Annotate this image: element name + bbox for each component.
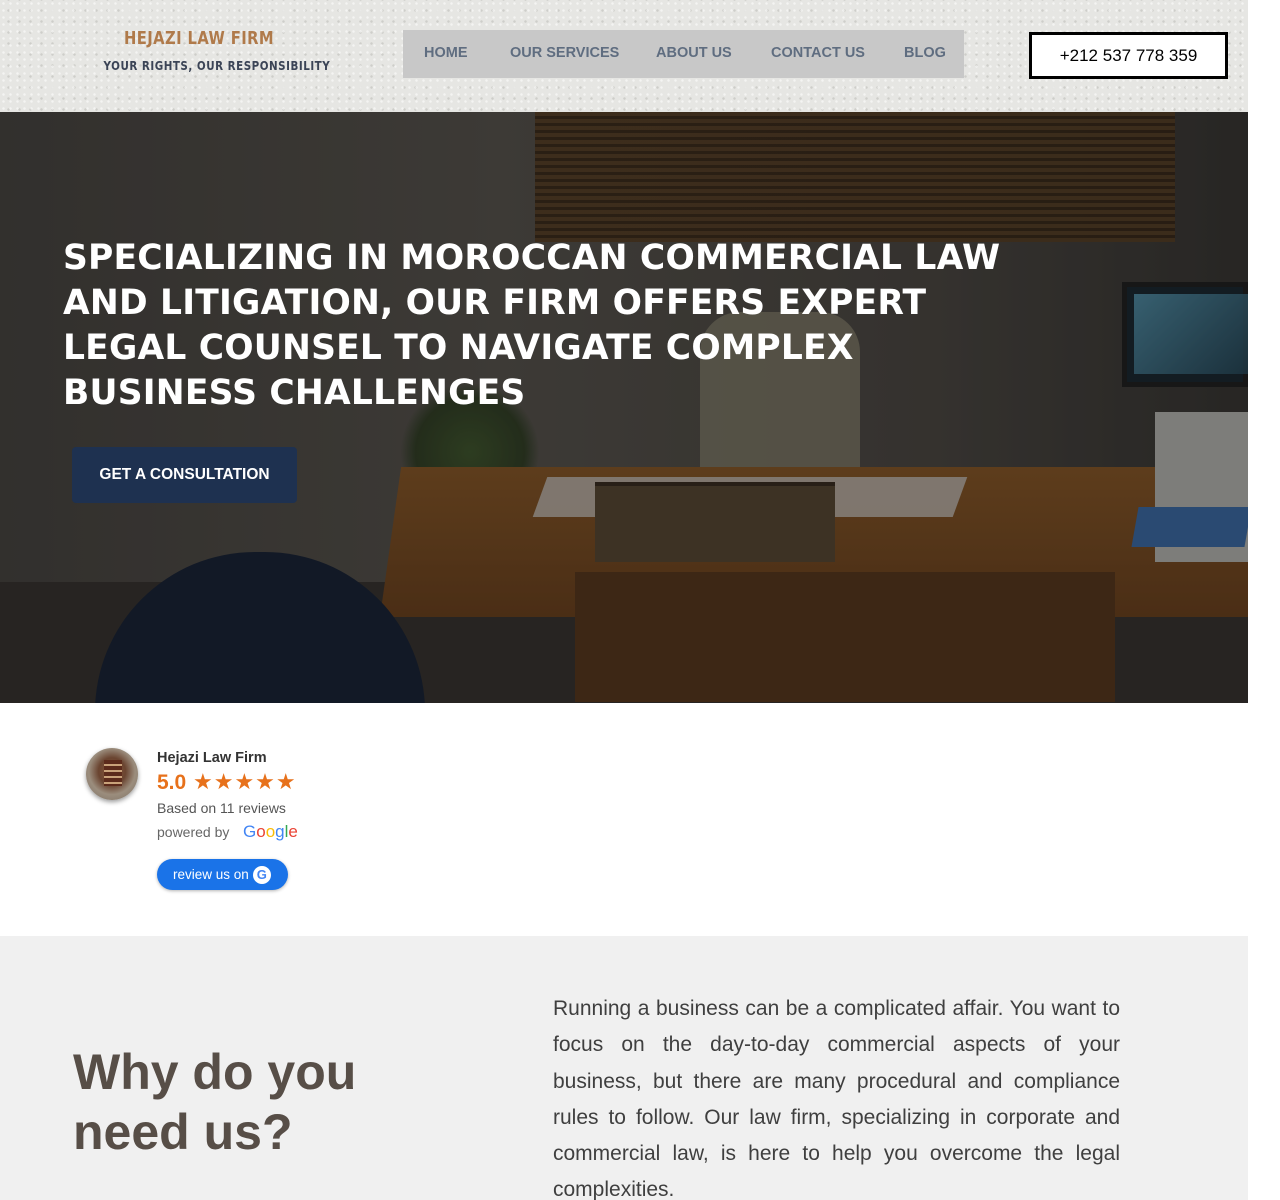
google-letter: o (256, 822, 266, 841)
hero-section: SPECIALIZING IN MOROCCAN COMMERCIAL LAW … (0, 112, 1248, 703)
hero-headline: SPECIALIZING IN MOROCCAN COMMERCIAL LAW … (63, 238, 1001, 413)
rating-stars: ★★★★★ (193, 770, 297, 795)
main-nav: HOME OUR SERVICES ABOUT US CONTACT US BL… (403, 30, 964, 78)
logo-tagline: YOUR RIGHTS, OUR RESPONSIBILITY (103, 59, 331, 73)
review-us-label: review us on (173, 867, 249, 882)
google-letter: e (288, 822, 298, 841)
google-letter: g (275, 822, 285, 841)
avatar-image (104, 760, 122, 786)
nav-our-services[interactable]: OUR SERVICES (510, 45, 619, 61)
nav-blog[interactable]: BLOG (904, 45, 946, 61)
nav-about-us[interactable]: ABOUT US (656, 45, 732, 61)
nav-home[interactable]: HOME (424, 45, 468, 61)
logo-title: HEJAZI LAW FIRM (123, 28, 275, 49)
why-description: Running a business can be a complicated … (553, 997, 1120, 1200)
review-us-button[interactable]: review us on G (157, 859, 288, 890)
google-logo: Google (243, 822, 298, 842)
phone-button[interactable]: +212 537 778 359 (1029, 32, 1228, 79)
google-letter: G (243, 822, 257, 841)
page: HEJAZI LAW FIRM YOUR RIGHTS, OUR RESPONS… (0, 0, 1248, 1200)
business-avatar[interactable] (86, 748, 138, 800)
rating-score: 5.0 (157, 771, 187, 794)
google-reviews-widget: Hejazi Law Firm 5.0 ★★★★★ Based on 11 re… (0, 703, 1248, 936)
google-g-icon: G (252, 865, 271, 884)
review-count[interactable]: Based on 11 reviews (157, 800, 286, 816)
why-section: Why do you need us? Running a business c… (0, 936, 1248, 1200)
site-header: HEJAZI LAW FIRM YOUR RIGHTS, OUR RESPONS… (0, 0, 1248, 112)
powered-by-label: powered by (157, 824, 230, 840)
google-letter: o (265, 822, 276, 841)
nav-contact-us[interactable]: CONTACT US (771, 45, 865, 61)
why-title: Why do you need us? (73, 1044, 357, 1160)
logo[interactable]: HEJAZI LAW FIRM YOUR RIGHTS, OUR RESPONS… (88, 28, 331, 73)
business-name[interactable]: Hejazi Law Firm (157, 750, 267, 766)
get-consultation-button[interactable]: GET A CONSULTATION (72, 447, 297, 503)
